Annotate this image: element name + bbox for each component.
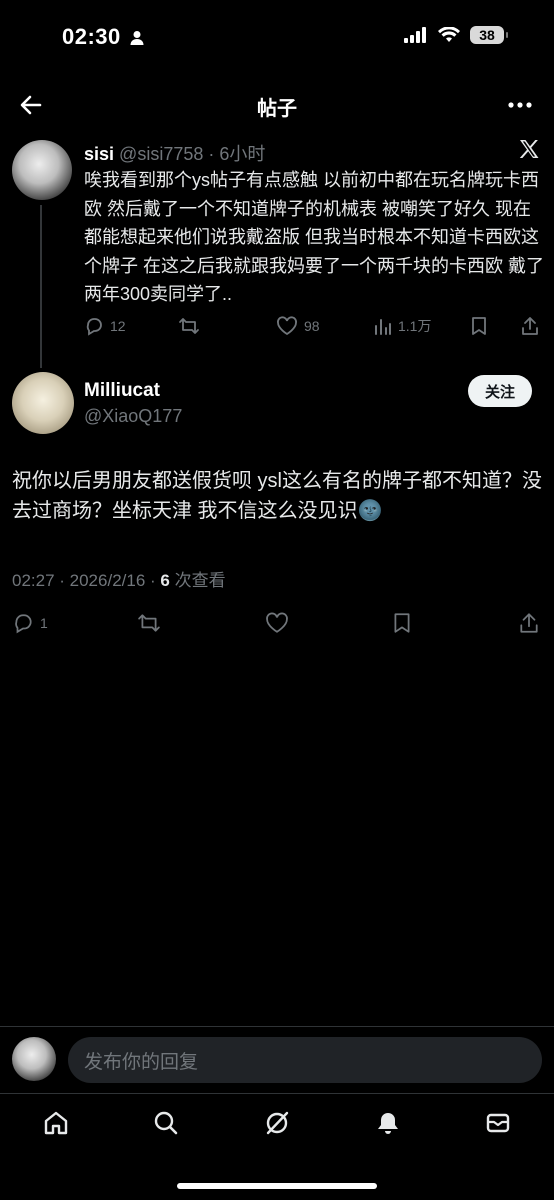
- avatar[interactable]: [12, 372, 74, 434]
- heart-icon: [276, 316, 298, 336]
- mail-icon: [484, 1109, 512, 1137]
- tab-grok[interactable]: [262, 1108, 292, 1138]
- share-icon: [518, 612, 540, 634]
- bell-icon: [374, 1109, 402, 1137]
- like-count: 98: [304, 318, 320, 334]
- views-count: 1.1万: [398, 318, 432, 334]
- bookmark-icon: [392, 612, 412, 634]
- view-count: 6: [160, 571, 170, 590]
- reply-button[interactable]: 1: [12, 612, 48, 634]
- reply-icon: [12, 612, 34, 634]
- status-indicators: 38: [404, 26, 508, 44]
- tweet-actions: 1: [12, 612, 542, 638]
- share-icon: [520, 316, 540, 336]
- more-options-button[interactable]: [508, 95, 532, 115]
- reply-input[interactable]: 发布你的回复: [68, 1037, 542, 1083]
- page-title: 帖子: [257, 98, 297, 120]
- grok-icon: [263, 1109, 291, 1137]
- tweet-text: 唉我看到那个ys帖子有点感触 以前初中都在玩名牌玩卡西欧 然后戴了一个不知道牌子…: [84, 170, 544, 304]
- home-indicator: [177, 1183, 377, 1189]
- tab-messages[interactable]: [483, 1108, 513, 1138]
- x-logo-icon: [518, 138, 540, 160]
- author-handle[interactable]: @sisi7758: [119, 144, 203, 164]
- share-button[interactable]: [520, 316, 540, 336]
- retweet-button[interactable]: [136, 612, 162, 634]
- status-time: 02:30: [62, 24, 145, 50]
- tab-notifications[interactable]: [373, 1108, 403, 1138]
- reply-count: 12: [110, 318, 126, 334]
- views-icon: [374, 316, 392, 336]
- signal-icon: [404, 27, 428, 43]
- reply-count: 1: [40, 615, 48, 631]
- follow-button[interactable]: 关注: [468, 375, 532, 407]
- more-icon: [508, 95, 532, 115]
- share-button[interactable]: [518, 612, 540, 634]
- tab-search[interactable]: [151, 1108, 181, 1138]
- bookmark-icon: [470, 316, 488, 336]
- my-avatar[interactable]: [12, 1037, 56, 1081]
- thread-connector: [40, 205, 42, 368]
- retweet-icon: [136, 612, 162, 634]
- heart-icon: [264, 612, 290, 634]
- search-icon: [152, 1109, 180, 1137]
- views-button[interactable]: 1.1万: [374, 316, 431, 336]
- like-button[interactable]: 98: [276, 316, 320, 336]
- like-button[interactable]: [264, 612, 290, 634]
- wifi-icon: [438, 27, 460, 43]
- bookmark-button[interactable]: [392, 612, 412, 634]
- tweet-meta: 02:27 · 2026/2/16 · 6 次查看: [12, 566, 226, 591]
- author-name[interactable]: Milliucat: [84, 380, 160, 402]
- retweet-button[interactable]: [178, 316, 200, 336]
- author-handle[interactable]: @XiaoQ177: [84, 406, 182, 427]
- tweet-author-line: sisi @sisi7758 · 6小时: [84, 140, 265, 166]
- author-name[interactable]: sisi: [84, 144, 114, 164]
- new-moon-face-emoji: 🌚: [357, 500, 383, 522]
- divider: [0, 1093, 554, 1094]
- bookmark-button[interactable]: [470, 316, 488, 336]
- retweet-icon: [178, 316, 200, 336]
- reply-button[interactable]: 12: [84, 316, 126, 336]
- tweet-time[interactable]: · 6小时: [208, 144, 265, 164]
- tweet-timestamp: 02:27 · 2026/2/16 ·: [12, 571, 161, 590]
- home-icon: [42, 1109, 70, 1137]
- tweet-text: 祝你以后男朋友都送假货呗 ysl这么有名的牌子都不知道？没去过商场？坐标天津 我…: [12, 470, 542, 522]
- person-icon: [129, 30, 145, 46]
- tab-home[interactable]: [41, 1108, 71, 1138]
- battery-indicator: 38: [470, 26, 508, 44]
- tweet-actions: 12 98 1.1万: [84, 316, 544, 342]
- reply-icon: [84, 316, 104, 336]
- divider: [0, 1026, 554, 1027]
- avatar[interactable]: [12, 140, 72, 200]
- view-label: 次查看: [169, 571, 226, 590]
